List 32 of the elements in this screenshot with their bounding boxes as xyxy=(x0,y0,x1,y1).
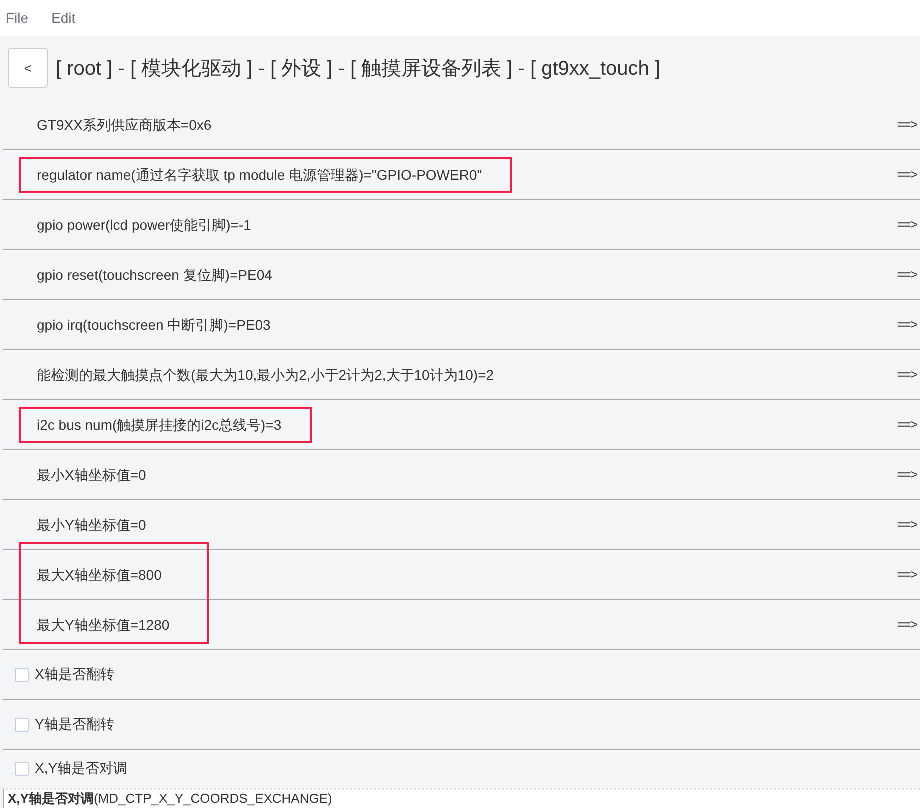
setting-label[interactable]: 能检测的最大触摸点个数(最大为10,最小为2,小于2计为2,大于10计为10)=2 xyxy=(37,366,494,384)
checkbox[interactable] xyxy=(15,718,29,732)
arrow-text[interactable]: ==> xyxy=(897,467,917,482)
checkbox-label: X,Y轴是否对调 xyxy=(35,760,128,778)
setting-label[interactable]: regulator name(通过名字获取 tp module 电源管理器)="GPIO-POWER0" xyxy=(37,166,482,184)
setting-label[interactable]: GT9XX系列供应商版本=0x6 xyxy=(37,116,212,134)
arrow-text[interactable]: ==> xyxy=(897,617,917,632)
setting-label[interactable]: gpio irq(touchscreen 中断引脚)=PE03 xyxy=(37,316,271,334)
setting-label[interactable]: gpio power(lcd power使能引脚)=-1 xyxy=(37,216,252,234)
arrow-text[interactable]: ==> xyxy=(897,567,917,582)
setting-label[interactable]: gpio reset(touchscreen 复位脚)=PE04 xyxy=(37,266,272,284)
breadcrumb: [ root ] - [ 模块化驱动 ] - [ 外设 ] - [ 触摸屏设备列表 ] - [ gt9xx_touch ] xyxy=(56,56,661,82)
arrow-text[interactable]: ==> xyxy=(897,367,917,382)
setting-label[interactable]: 最大Y轴坐标值=1280 xyxy=(37,616,170,634)
menu-item[interactable]: Edit xyxy=(52,10,76,26)
setting-label[interactable]: i2c bus num(触摸屏挂接的i2c总线号)=3 xyxy=(37,416,282,434)
help-text: X,Y轴是否对调(MD_CTP_X_Y_COORDS_EXCHANGE) xyxy=(7,790,334,807)
back-button[interactable]: < xyxy=(8,48,48,88)
arrow-text[interactable]: ==> xyxy=(897,217,917,232)
arrow-text[interactable]: ==> xyxy=(897,317,917,332)
menu-item[interactable]: File xyxy=(6,10,29,26)
arrow-text[interactable]: ==> xyxy=(897,517,917,532)
setting-label[interactable]: 最小Y轴坐标值=0 xyxy=(37,516,146,534)
arrow-text[interactable]: ==> xyxy=(897,267,917,282)
checkbox-label: X轴是否翻转 xyxy=(35,666,114,684)
arrow-text[interactable]: ==> xyxy=(897,167,917,182)
setting-label[interactable]: 最小X轴坐标值=0 xyxy=(37,466,146,484)
setting-label[interactable]: 最大X轴坐标值=800 xyxy=(37,566,162,584)
checkbox[interactable] xyxy=(15,668,29,682)
arrow-text[interactable]: ==> xyxy=(897,417,917,432)
checkbox-label: Y轴是否翻转 xyxy=(35,716,114,734)
arrow-text[interactable]: ==> xyxy=(897,117,917,132)
